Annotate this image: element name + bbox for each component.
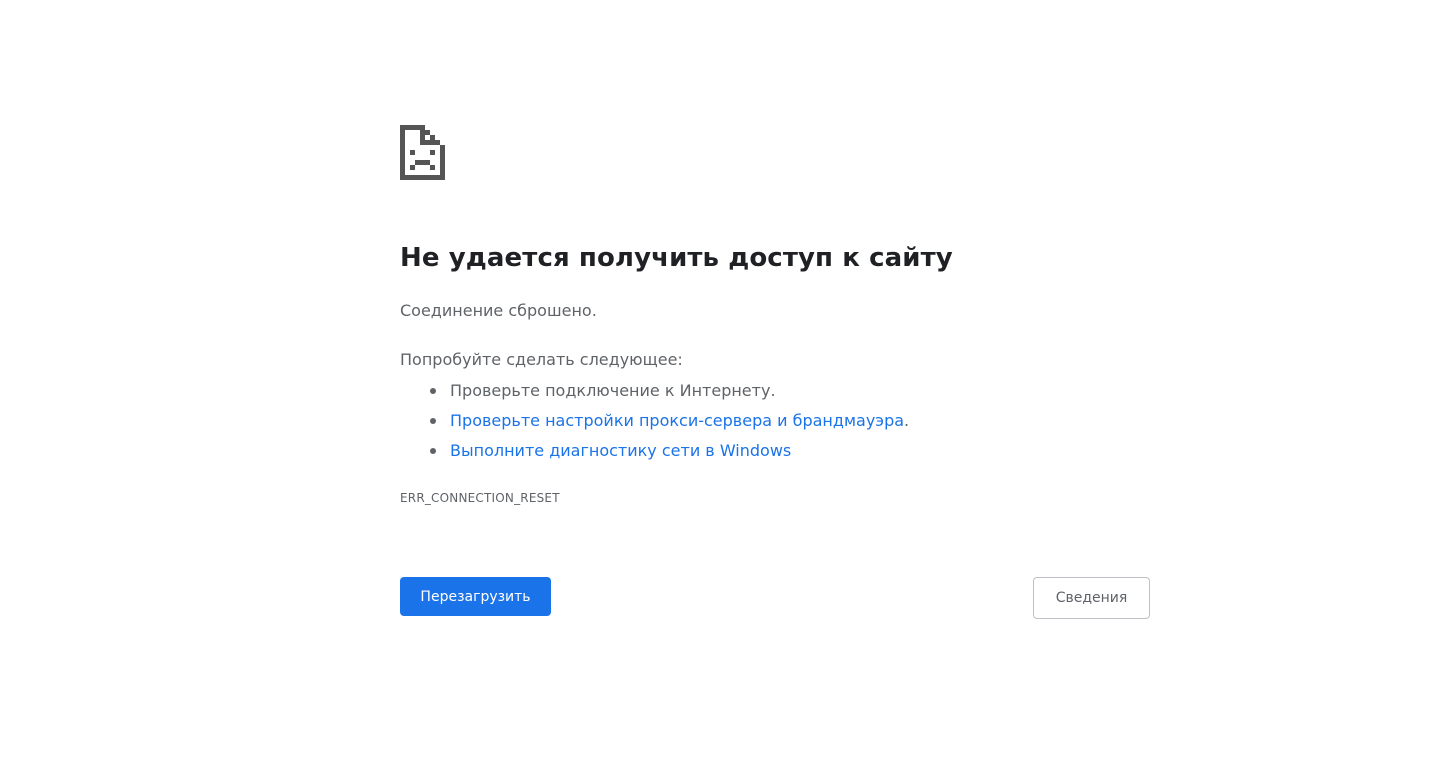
sad-document-icon xyxy=(400,125,445,180)
suggestion-text: Проверьте подключение к Интернету. xyxy=(450,381,776,400)
suggestions-heading: Попробуйте сделать следующее: xyxy=(400,350,683,369)
proxy-firewall-link[interactable]: Проверьте настройки прокси-сервера и бра… xyxy=(450,411,904,430)
page-title: Не удается получить доступ к сайту xyxy=(400,243,953,273)
error-code: ERR_CONNECTION_RESET xyxy=(400,491,560,505)
bullet-icon xyxy=(430,418,436,424)
error-page: Не удается получить доступ к сайту Соеди… xyxy=(400,0,1150,781)
suggestion-check-proxy: Проверьте настройки прокси-сервера и бра… xyxy=(400,407,909,437)
bullet-icon xyxy=(430,388,436,394)
suggestions-list: Проверьте подключение к Интернету. Прове… xyxy=(400,377,909,467)
bullet-icon xyxy=(430,448,436,454)
network-diagnostics-link[interactable]: Выполните диагностику сети в Windows xyxy=(450,441,791,460)
details-button[interactable]: Сведения xyxy=(1033,577,1150,619)
error-summary: Соединение сброшено. xyxy=(400,301,597,320)
suggestion-check-connection: Проверьте подключение к Интернету. xyxy=(400,377,909,407)
suggestion-run-diagnostics: Выполните диагностику сети в Windows xyxy=(400,437,909,467)
suggestion-suffix: . xyxy=(904,411,910,430)
reload-button[interactable]: Перезагрузить xyxy=(400,577,551,616)
